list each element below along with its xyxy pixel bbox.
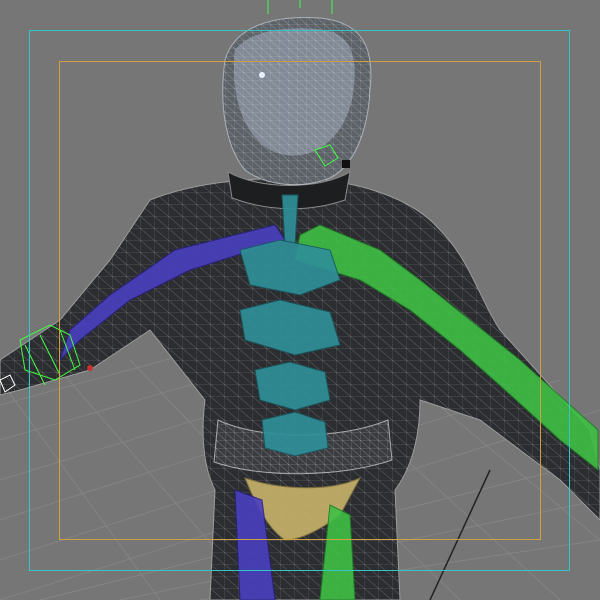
pivot-point-icon	[259, 72, 265, 78]
hand-pivot-icon	[87, 365, 93, 371]
head-bone-end-icon	[342, 160, 350, 168]
bone-helper-icon	[267, 0, 333, 14]
character-head[interactable]	[222, 17, 372, 186]
character-model[interactable]	[0, 0, 600, 600]
3d-viewport[interactable]	[0, 0, 600, 600]
